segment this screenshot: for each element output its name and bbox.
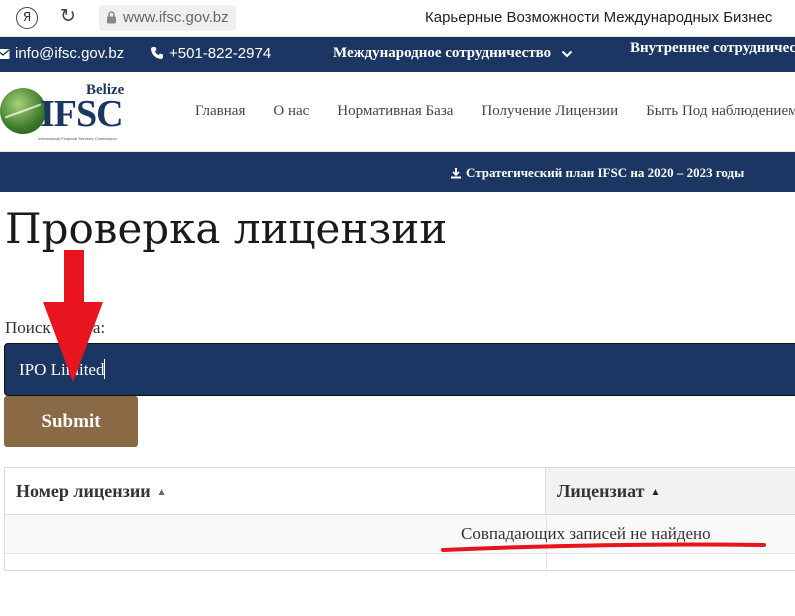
column-header-label: Лицензиат [557,481,645,501]
annotation-arrow-icon [43,250,103,382]
sort-ascending-icon: ▲ [650,487,661,498]
cooperation-dropdown: Внутреннее сотрудничество Проверка лицен… [620,37,795,72]
top-info-bar: info@ifsc.gov.bz +501-822-2974 Междунаро… [0,37,795,72]
logo-ifsc: IFSC [40,93,124,135]
strategic-plan-text: Стратегический план IFSC на 2020 – 2023 … [466,165,745,180]
column-header-license-number[interactable]: Номер лицензии ▲ [5,468,546,515]
submit-button[interactable]: Submit [4,396,138,447]
nav-item-home[interactable]: Главная [195,103,245,119]
column-header-label: Номер лицензии [16,481,151,501]
nav-item-licensing[interactable]: Получение Лицензии [481,103,618,119]
phone-link[interactable]: +501-822-2974 [150,45,271,62]
lock-icon [107,11,116,24]
yandex-icon[interactable]: Я [16,7,38,29]
logo-subtitle: International Financial Services Commiss… [38,136,117,141]
chevron-down-icon [561,50,573,58]
phone-icon [151,47,163,59]
page-title: Проверка лицензии [5,204,448,253]
reload-icon[interactable]: ↻ [60,5,76,27]
ifsc-logo[interactable]: Belize IFSC International Financial Serv… [0,82,140,142]
search-input[interactable]: IPO Limited [4,343,795,396]
license-results-table: Номер лицензии ▲ Лицензиат ▲ Совпадающих з… [4,467,795,571]
phone-text: +501-822-2974 [169,45,272,62]
nav-item-about[interactable]: О нас [273,103,309,119]
column-divider [546,554,547,571]
url-text: www.ifsc.gov.bz [123,9,229,26]
nav-menu: Главная О нас Нормативная База Получение Ли… [195,103,795,120]
main-navbar: Belize IFSC International Financial Serv… [0,72,795,152]
menu-international-cooperation[interactable]: Международное сотрудничество [333,45,573,62]
nav-item-supervision[interactable]: Быть Под наблюдением [646,103,795,119]
menu-label: Международное сотрудничество [333,45,552,61]
sort-ascending-icon: ▲ [156,487,167,498]
annotation-underline [441,542,766,552]
download-icon [451,168,461,179]
address-bar[interactable]: www.ifsc.gov.bz [99,5,236,31]
email-text: info@ifsc.gov.bz [15,45,125,62]
column-header-licensee[interactable]: Лицензиат ▲ [546,468,795,515]
envelope-icon [0,49,10,59]
dropdown-item-license-check[interactable]: Проверка лицензии [630,63,795,72]
nav-item-regulatory[interactable]: Нормативная База [337,103,453,119]
table-row [5,554,795,571]
email-link[interactable]: info@ifsc.gov.bz [0,45,124,62]
browser-toolbar: Я ↻ www.ifsc.gov.bz Карьерные Возможност… [0,0,795,37]
strategic-plan-link[interactable]: Стратегический план IFSC на 2020 – 2023 … [450,165,744,181]
dropdown-item-internal[interactable]: Внутреннее сотрудничество [630,37,795,63]
page-tab-title: Карьерные Возможности Международных Бизн… [425,9,773,26]
strategic-plan-banner: Стратегический план IFSC на 2020 – 2023 … [0,152,795,192]
